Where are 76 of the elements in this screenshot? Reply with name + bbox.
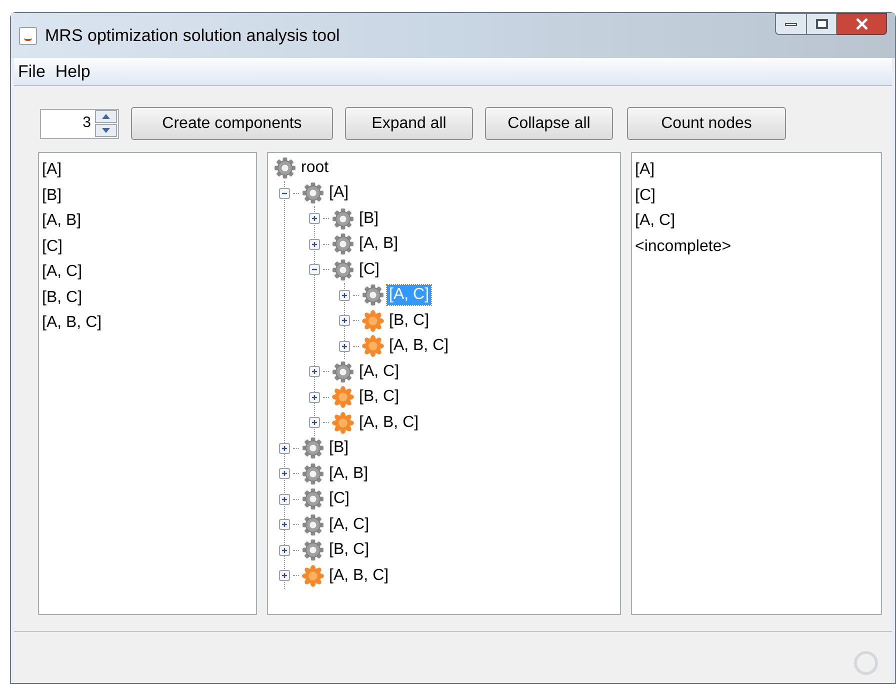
spin-up-icon[interactable] xyxy=(95,110,117,123)
gear-icon xyxy=(332,258,354,281)
list-item[interactable]: [A, C] xyxy=(635,208,881,234)
tree-node-label[interactable]: root xyxy=(299,158,331,178)
tree-node-label[interactable]: [B] xyxy=(327,438,351,458)
close-icon xyxy=(856,18,868,30)
expand-icon[interactable] xyxy=(279,494,290,505)
flower-icon xyxy=(332,386,354,408)
tree-node-label[interactable]: [C] xyxy=(357,260,382,280)
expand-icon[interactable] xyxy=(279,468,290,480)
expand-icon[interactable] xyxy=(309,213,320,224)
tree-node-label[interactable]: [A, C] xyxy=(327,514,372,535)
expand-icon[interactable] xyxy=(309,238,320,250)
gear-icon xyxy=(362,284,384,306)
toolbar-button[interactable]: Create components xyxy=(131,107,333,140)
tree-node-label[interactable]: [A, B, C] xyxy=(357,412,421,433)
tree-node-label[interactable]: [B, C] xyxy=(387,310,432,331)
expand-icon[interactable] xyxy=(309,366,320,378)
tree-node-label[interactable]: [A, B, C] xyxy=(327,566,391,586)
busy-indicator-icon xyxy=(854,651,878,675)
toolbar-button[interactable]: Expand all xyxy=(345,107,473,140)
list-item[interactable]: [A] xyxy=(42,157,256,182)
tree-node-label[interactable]: [A, B, C] xyxy=(387,336,451,356)
expand-icon[interactable] xyxy=(279,519,290,530)
list-item[interactable]: [A] xyxy=(635,157,881,182)
expand-icon[interactable] xyxy=(279,442,290,454)
tree-node-label[interactable]: [C] xyxy=(327,489,352,510)
flower-icon xyxy=(362,335,384,358)
spin-down-icon[interactable] xyxy=(95,124,117,137)
gear-icon xyxy=(274,156,296,179)
tree-node-label[interactable]: [B] xyxy=(357,208,381,229)
number-spinner[interactable]: 3 xyxy=(40,108,119,138)
flower-icon xyxy=(332,412,354,434)
toolbar-button[interactable]: Count nodes xyxy=(627,107,786,140)
app-icon xyxy=(19,26,37,44)
list-item[interactable]: [B] xyxy=(42,182,256,208)
tree-node-label[interactable]: [B, C] xyxy=(327,540,372,560)
tree-node-label[interactable]: [A, C] xyxy=(357,362,402,382)
tree-node-label[interactable]: [A, B] xyxy=(357,234,400,254)
close-button[interactable] xyxy=(837,13,887,35)
expand-icon[interactable] xyxy=(339,290,350,301)
list-item[interactable]: [A, C] xyxy=(42,259,256,284)
list-item[interactable]: [A, B] xyxy=(42,208,256,234)
expand-icon[interactable] xyxy=(339,340,350,352)
collapse-icon[interactable] xyxy=(279,188,290,199)
expand-icon[interactable] xyxy=(279,544,290,556)
gear-icon xyxy=(302,462,324,485)
list-item[interactable]: <incomplete> xyxy=(635,234,881,259)
list-item[interactable]: [B, C] xyxy=(42,284,256,310)
tree-node-label[interactable]: [B, C] xyxy=(357,387,402,408)
gear-icon xyxy=(302,539,324,562)
window-title: MRS optimization solution analysis tool xyxy=(45,24,340,47)
list-item[interactable]: [C] xyxy=(42,234,256,259)
gear-icon xyxy=(332,360,354,383)
gear-icon xyxy=(302,514,324,536)
menu-item[interactable]: Help xyxy=(55,58,90,84)
list-item[interactable]: [A, B, C] xyxy=(42,310,256,336)
flower-icon xyxy=(362,310,384,332)
menu-item[interactable]: File xyxy=(18,58,46,84)
collapse-icon[interactable] xyxy=(309,264,320,276)
list-item[interactable]: [C] xyxy=(635,182,881,208)
gear-icon xyxy=(332,208,354,230)
gear-icon xyxy=(332,233,354,256)
expand-icon[interactable] xyxy=(309,392,320,403)
tree-node-label[interactable]: [A] xyxy=(327,183,351,204)
gear-icon xyxy=(302,437,324,460)
minimize-button[interactable] xyxy=(775,13,807,35)
expand-icon[interactable] xyxy=(339,315,350,326)
tree-node-label[interactable]: [A, B] xyxy=(327,464,370,484)
gear-icon xyxy=(302,182,324,204)
expand-icon[interactable] xyxy=(279,570,290,582)
expand-icon[interactable] xyxy=(309,417,320,428)
maximize-button[interactable] xyxy=(807,13,837,35)
gear-icon xyxy=(302,488,324,510)
flower-icon xyxy=(302,564,324,587)
toolbar-button[interactable]: Collapse all xyxy=(485,107,613,140)
